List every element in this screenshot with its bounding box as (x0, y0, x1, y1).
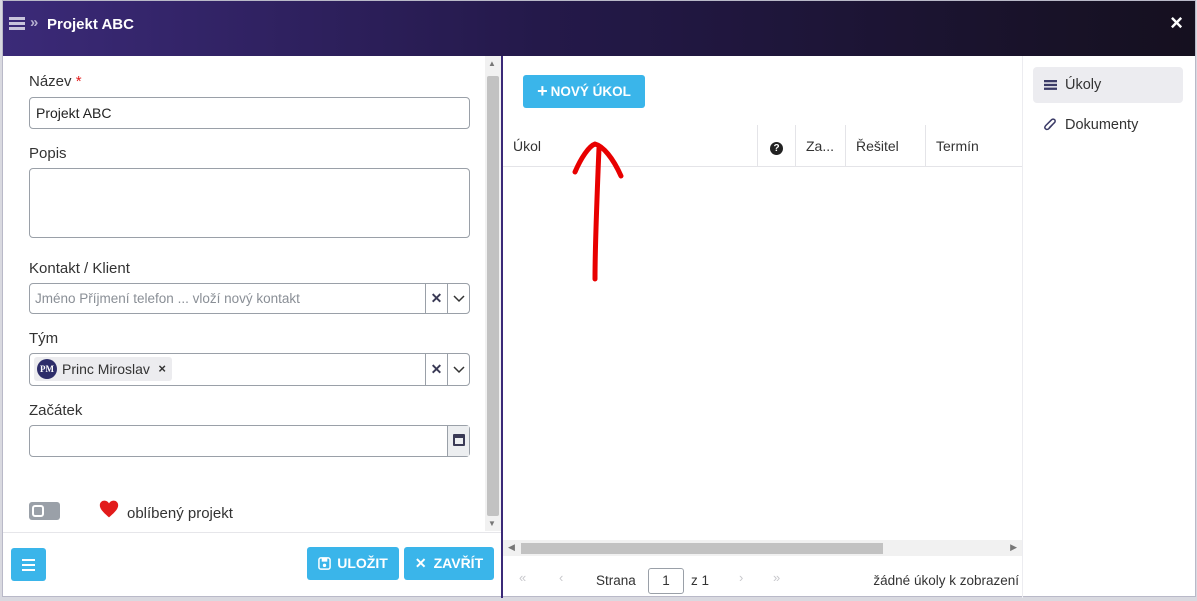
breadcrumb-chevron-icon: » (30, 14, 38, 31)
close-x-icon: ✕ (414, 555, 427, 571)
side-tabs: Úkoly Dokumenty (1022, 56, 1197, 598)
contact-placeholder: Jméno Příjmení telefon ... vloží nový ko… (35, 291, 300, 306)
form-footer: ULOŽIT ✕ ZAVŘÍT (3, 532, 501, 598)
list-icon (1044, 80, 1057, 90)
team-member-name: Princ Miroslav (62, 361, 150, 377)
tab-documents-label: Dokumenty (1065, 117, 1139, 133)
tasks-panel: + NOVÝ ÚKOL Úkol ? Za... Řešitel Termín ◀… (503, 56, 1022, 598)
dialog-title: Projekt ABC (47, 16, 134, 33)
description-label: Popis (29, 145, 67, 162)
scroll-right-icon[interactable]: ▶ (1010, 542, 1017, 553)
tab-tasks[interactable]: Úkoly (1033, 67, 1183, 103)
clear-icon[interactable]: ✕ (425, 354, 447, 385)
page-count: z 1 (691, 573, 710, 588)
team-member-chip: PM Princ Miroslav × (34, 357, 172, 381)
chevron-down-icon[interactable] (447, 354, 469, 385)
next-page-icon[interactable]: › (739, 570, 743, 585)
clear-icon[interactable]: ✕ (425, 284, 447, 313)
list-icon (9, 17, 25, 31)
column-header-help[interactable]: ? (757, 125, 795, 167)
remove-chip-icon[interactable]: × (158, 357, 166, 381)
scroll-left-icon[interactable]: ◀ (508, 542, 515, 553)
contact-select[interactable]: Jméno Příjmení telefon ... vloží nový ko… (29, 283, 470, 314)
menu-button[interactable] (11, 548, 46, 581)
column-header-assignee[interactable]: Řešitel (845, 125, 925, 167)
new-task-label: NOVÝ ÚKOL (550, 84, 631, 99)
start-date-input[interactable] (29, 425, 470, 457)
plus-icon: + (537, 81, 548, 101)
required-mark: * (75, 73, 82, 90)
start-label: Začátek (29, 402, 83, 419)
team-label: Tým (29, 330, 59, 347)
last-page-icon[interactable]: » (773, 570, 780, 585)
name-input[interactable]: Projekt ABC (29, 97, 470, 129)
project-form: Název * Projekt ABC Popis Kontakt / Klie… (3, 56, 503, 598)
contact-label: Kontakt / Klient (29, 260, 130, 277)
form-scrollbar[interactable]: ▲ ▼ (485, 56, 501, 531)
calendar-icon[interactable] (447, 426, 469, 456)
heart-icon (99, 500, 119, 518)
description-textarea[interactable] (29, 168, 470, 238)
project-dialog: » Projekt ABC × Název * Projekt ABC Popi… (2, 0, 1197, 598)
scrollbar-thumb[interactable] (521, 543, 883, 554)
favorite-label: oblíbený projekt (127, 505, 233, 522)
save-label: ULOŽIT (337, 555, 388, 571)
close-icon[interactable]: × (1170, 10, 1183, 36)
tab-documents[interactable]: Dokumenty (1033, 107, 1183, 143)
team-select[interactable]: PM Princ Miroslav × ✕ (29, 353, 470, 386)
page-label: Strana (596, 573, 636, 588)
annotation-arrow (572, 141, 624, 282)
save-button[interactable]: ULOŽIT (307, 547, 399, 580)
prev-page-icon[interactable]: ‹ (559, 570, 563, 585)
paperclip-icon (1044, 118, 1056, 131)
chevron-down-icon[interactable] (447, 284, 469, 313)
tab-tasks-label: Úkoly (1065, 77, 1102, 93)
dialog-header: » Projekt ABC × (3, 1, 1195, 56)
name-label: Název * (29, 73, 82, 90)
column-header-status[interactable]: Za... (795, 125, 845, 167)
column-header-deadline[interactable]: Termín (925, 125, 1022, 167)
favorite-toggle[interactable] (29, 502, 60, 520)
close-label: ZAVŘÍT (433, 555, 484, 571)
new-task-button[interactable]: + NOVÝ ÚKOL (523, 75, 645, 108)
page-input[interactable]: 1 (648, 568, 684, 594)
close-button[interactable]: ✕ ZAVŘÍT (404, 547, 494, 580)
save-icon (318, 557, 332, 570)
scroll-up-icon[interactable]: ▲ (488, 59, 496, 68)
question-icon: ? (770, 142, 783, 155)
scroll-down-icon[interactable]: ▼ (488, 519, 496, 528)
tasks-horizontal-scrollbar[interactable]: ◀ ▶ (503, 540, 1022, 556)
pager: « ‹ Strana 1 z 1 › » žádné úkoly k zobra… (503, 561, 1022, 598)
first-page-icon[interactable]: « (519, 570, 526, 585)
empty-message: žádné úkoly k zobrazení (873, 573, 1019, 588)
avatar: PM (37, 359, 57, 379)
name-label-text: Název (29, 73, 72, 90)
scrollbar-thumb[interactable] (487, 76, 499, 516)
